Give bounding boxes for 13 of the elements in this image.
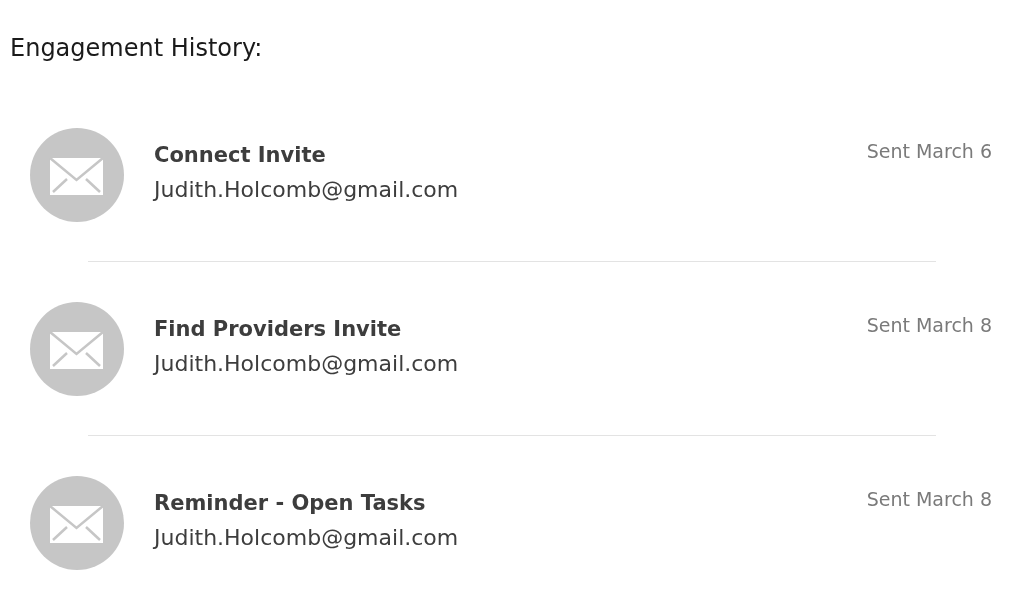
entry-title: Reminder - Open Tasks <box>154 491 427 515</box>
envelope-icon <box>30 475 124 570</box>
section-heading: Engagement History: <box>10 33 264 64</box>
entry-title: Find Providers Invite <box>154 317 403 341</box>
entry-email: Judith.Holcomb@gmail.com <box>154 351 459 376</box>
entry-title: Connect Invite <box>154 143 327 167</box>
sent-date: Sent March 8 <box>866 314 992 336</box>
sent-date: Sent March 6 <box>866 140 992 162</box>
envelope-icon <box>30 127 124 222</box>
entry-email: Judith.Holcomb@gmail.com <box>154 525 459 550</box>
sent-date: Sent March 8 <box>866 488 992 510</box>
entry-email: Judith.Holcomb@gmail.com <box>154 177 459 202</box>
envelope-icon <box>30 301 124 396</box>
